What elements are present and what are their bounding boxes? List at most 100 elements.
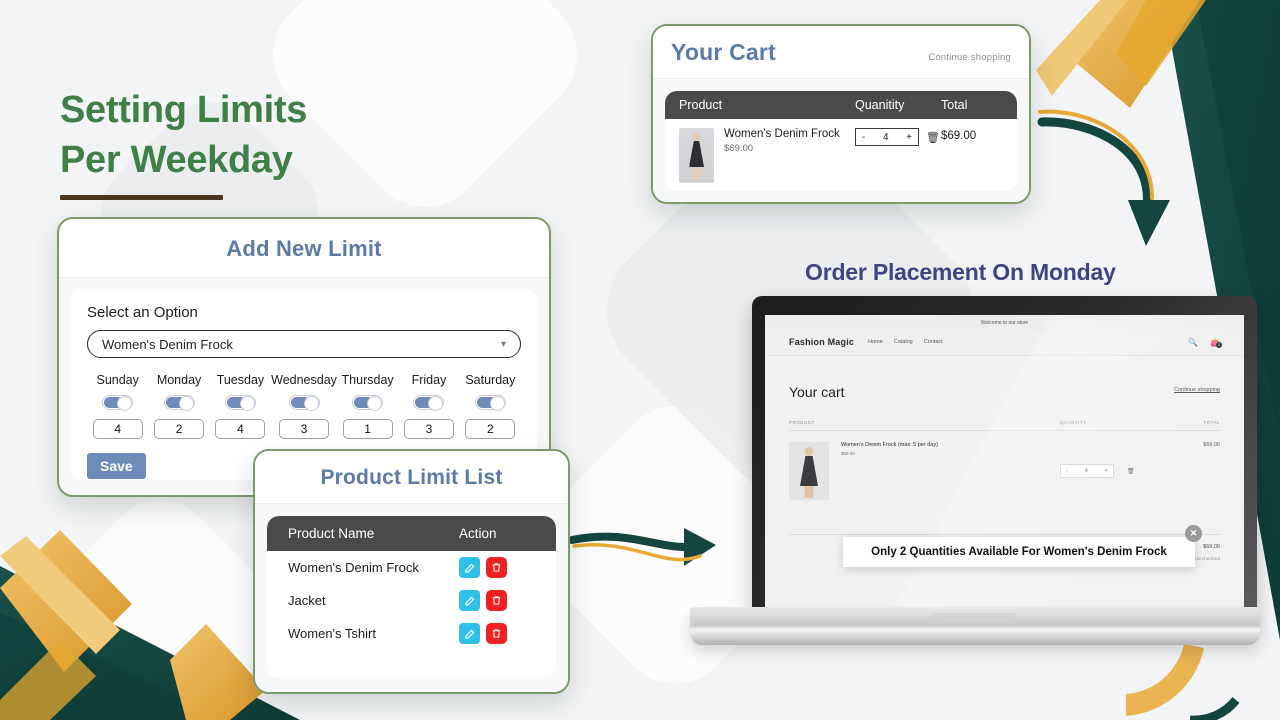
weekday-quantity-input[interactable]: 2	[154, 419, 205, 439]
product-limit-rows: Women's Denim Frock Jacket Women's Tshirt	[267, 551, 556, 650]
chevron-down-icon: ▾	[500, 338, 506, 350]
table-row: Women's Tshirt	[267, 617, 556, 650]
store-item-price: $69.00	[841, 451, 855, 456]
store-nav-link-home[interactable]: Home	[868, 339, 883, 345]
weekday-toggle[interactable]	[102, 395, 134, 411]
trash-icon[interactable]	[486, 623, 507, 644]
your-cart-title: Your Cart	[671, 39, 776, 65]
weekday-toggle[interactable]	[474, 395, 506, 411]
product-limit-list-title: Product Limit List	[255, 451, 568, 504]
weekday-label: Tuesday	[216, 373, 265, 387]
weekday-toggle[interactable]	[163, 395, 195, 411]
decrease-quantity-button[interactable]: -	[862, 132, 865, 143]
weekday-column-wednesday: Wednesday 3	[271, 373, 337, 439]
weekday-toggle[interactable]	[224, 395, 256, 411]
weekday-toggle[interactable]	[413, 395, 445, 411]
save-button[interactable]: Save	[87, 453, 146, 479]
store-banner: Welcome to our store	[765, 315, 1244, 330]
weekday-label: Friday	[411, 373, 447, 387]
subtotal-value: $69.00	[1203, 544, 1220, 550]
weekday-label: Saturday	[465, 373, 516, 387]
store-nav: Fashion Magic Home Catalog Contact 🔍 👛 1	[765, 330, 1244, 356]
table-row: Women's Denim Frock	[267, 551, 556, 584]
weekday-column-monday: Monday 2	[148, 373, 209, 439]
weekday-label: Wednesday	[271, 373, 337, 387]
column-product: PRODUCT	[789, 420, 815, 425]
edit-pencil-icon[interactable]	[459, 557, 480, 578]
table-header: Product Name Action	[267, 516, 556, 551]
row-product-name: Women's Tshirt	[288, 626, 376, 641]
trash-icon[interactable]: 🗑	[1127, 468, 1135, 475]
continue-shopping-link[interactable]: Continue shopping	[928, 52, 1011, 63]
quantity-stepper[interactable]: - 4 +	[855, 128, 919, 146]
weekday-label: Monday	[156, 373, 202, 387]
weekday-quantity-input[interactable]: 4	[92, 419, 143, 439]
your-cart-header: Your Cart Continue shopping	[653, 26, 1029, 79]
trash-icon[interactable]	[486, 590, 507, 611]
store-nav-link-contact[interactable]: Contact	[924, 339, 943, 345]
order-placement-title: Order Placement On Monday	[805, 259, 1116, 285]
cart-table-header: Product Quanitity Total	[665, 91, 1017, 119]
search-icon[interactable]: 🔍	[1188, 338, 1198, 347]
store-item-total: $69.00	[1203, 442, 1220, 448]
weekday-toggle[interactable]	[352, 395, 384, 411]
trash-icon[interactable]: 🗑	[926, 131, 940, 144]
weekday-quantity-input[interactable]: 2	[465, 419, 516, 439]
store-continue-shopping-link[interactable]: Continue shopping	[1174, 387, 1220, 393]
store-page-title: Your cart	[789, 384, 845, 400]
laptop-lid: Welcome to our store Fashion Magic Home C…	[752, 296, 1257, 621]
store-nav-icons: 🔍 👛 1	[1188, 338, 1222, 348]
shopping-bag-icon[interactable]: 👛 1	[1210, 338, 1222, 348]
laptop-screen: Welcome to our store Fashion Magic Home C…	[765, 315, 1244, 611]
edit-pencil-icon[interactable]	[459, 623, 480, 644]
column-action: Action	[459, 526, 497, 541]
cart-item-name: Women's Denim Frock	[724, 128, 840, 140]
cart-count-badge: 1	[1216, 341, 1222, 348]
weekday-limits-row: Sunday 4 Monday 2 Tuesday 4 Wednesday 3 Thursday…	[87, 373, 521, 439]
weekday-quantity-input[interactable]: 3	[279, 419, 330, 439]
store-decrease-button[interactable]: -	[1066, 468, 1068, 474]
column-product: Product	[679, 98, 723, 112]
edit-pencil-icon[interactable]	[459, 590, 480, 611]
cart-item-price: $69.00	[724, 143, 754, 154]
weekday-column-thursday: Thursday 1	[337, 373, 398, 439]
store-quantity-value: 4	[1084, 468, 1088, 474]
column-total: Total	[941, 98, 968, 112]
weekday-toggle[interactable]	[288, 395, 320, 411]
increase-quantity-button[interactable]: +	[906, 132, 912, 143]
store-quantity-column: - 4 + 🗑	[1060, 442, 1178, 500]
weekday-quantity-input[interactable]: 3	[403, 419, 454, 439]
product-limit-list-card: Product Limit List Product Name Action W…	[253, 449, 570, 694]
column-quantity: Quanitity	[855, 98, 905, 112]
table-row: Jacket	[267, 584, 556, 617]
store-cart-page: Your cart Continue shopping PRODUCT QUAN…	[765, 356, 1244, 588]
store-cart-item-row: Women's Denim Frock (max: 5 per day) $69…	[789, 431, 1220, 500]
weekday-label: Thursday	[341, 373, 394, 387]
weekday-label: Sunday	[96, 373, 139, 387]
close-icon[interactable]: ✕	[1185, 525, 1202, 542]
store-table-header: PRODUCT QUANTITY TOTAL	[789, 420, 1220, 431]
headline-line-1: Setting Limits	[60, 89, 308, 131]
product-select-value: Women's Denim Frock	[102, 336, 233, 352]
cart-item-info: Women's Denim Frock $69.00	[714, 128, 855, 154]
row-product-name: Women's Denim Frock	[288, 560, 419, 575]
column-total: TOTAL	[1203, 420, 1220, 425]
cart-quantity-column: - 4 + 🗑	[855, 128, 941, 146]
product-limit-list-body: Product Name Action Women's Denim Frock J…	[255, 504, 568, 690]
laptop-mockup: Welcome to our store Fashion Magic Home C…	[690, 296, 1260, 664]
store-increase-button[interactable]: +	[1105, 468, 1108, 474]
weekday-quantity-input[interactable]: 4	[215, 419, 266, 439]
quantity-limit-toast: Only 2 Quantities Available For Women's …	[843, 525, 1202, 567]
headline-underline	[60, 195, 223, 201]
weekday-quantity-input[interactable]: 1	[342, 419, 393, 439]
select-option-label: Select an Option	[87, 304, 198, 321]
trash-icon[interactable]	[486, 557, 507, 578]
store-item-name: Women's Denim Frock (max: 5 per day)	[841, 442, 938, 448]
cart-item-total: $69.00	[941, 130, 977, 142]
store-nav-link-catalog[interactable]: Catalog	[894, 339, 913, 345]
page-headline: Setting Limits Per Weekday	[60, 85, 308, 201]
row-product-name: Jacket	[288, 593, 326, 608]
quantity-value: 4	[882, 131, 889, 143]
product-select[interactable]: Women's Denim Frock ▾	[87, 330, 521, 358]
store-quantity-stepper[interactable]: - 4 +	[1060, 464, 1114, 478]
